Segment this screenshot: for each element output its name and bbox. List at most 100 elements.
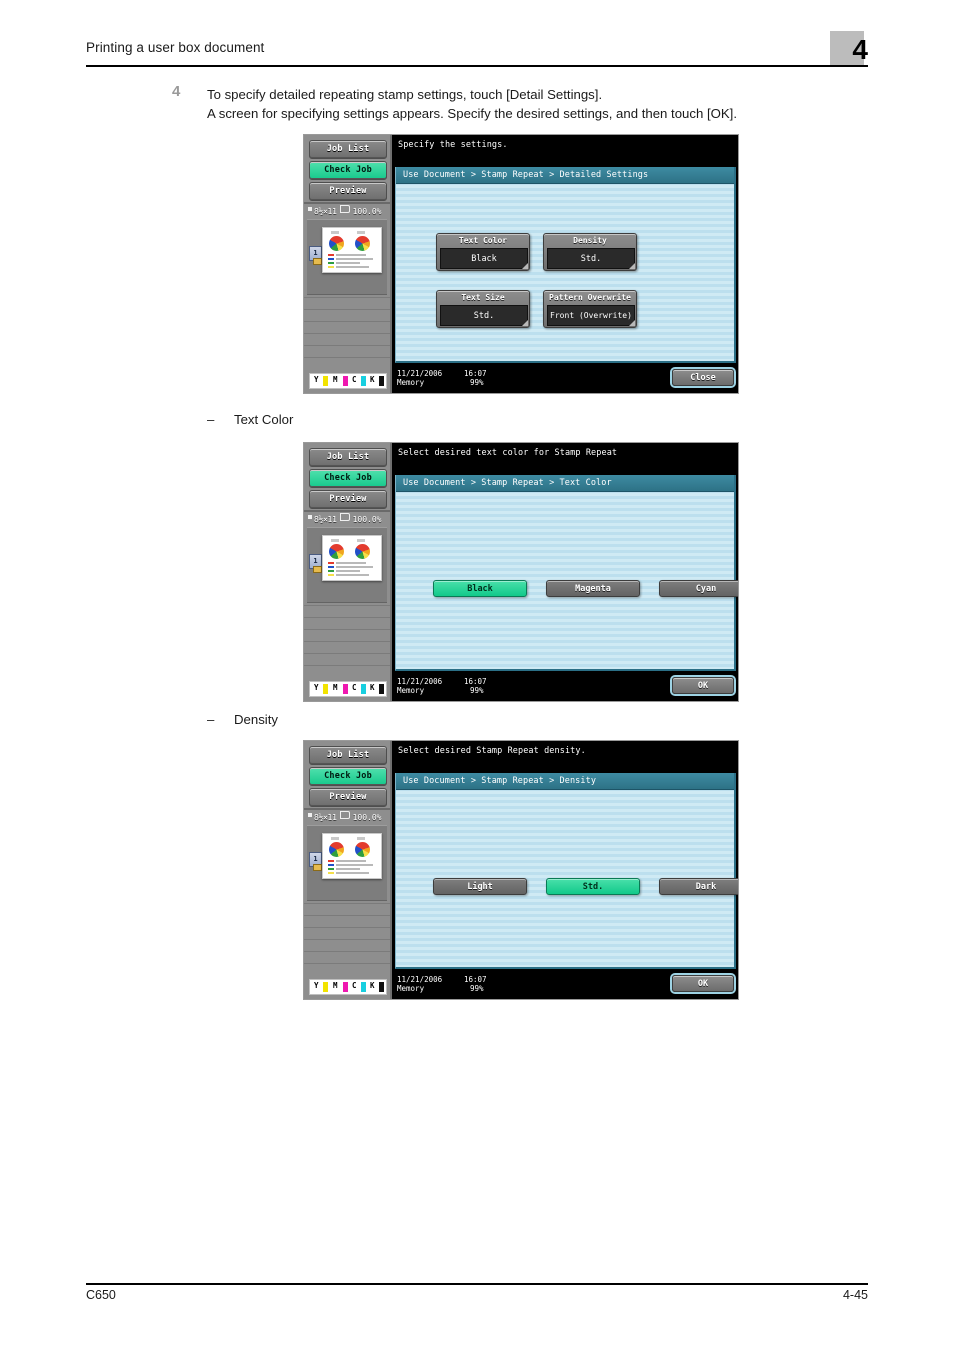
breadcrumb: Use Document > Stamp Repeat > Detailed S… bbox=[396, 167, 734, 184]
rail-divider bbox=[304, 808, 390, 810]
preview-button[interactable]: Preview bbox=[309, 490, 387, 509]
panel-left-rail: Job List Check Job Preview 8½×11 100.0% 1 bbox=[304, 443, 392, 701]
document-thumbnail-area[interactable]: 1 bbox=[307, 825, 387, 901]
page-number-badge: 1 bbox=[309, 554, 322, 573]
toner-label-m: M bbox=[333, 981, 338, 990]
chapter-number: 4 bbox=[852, 34, 868, 65]
option-black[interactable]: Black bbox=[433, 580, 527, 597]
preview-button[interactable]: Preview bbox=[309, 788, 387, 807]
toner-bar-y bbox=[323, 683, 328, 694]
lcd-screen: Select desired Stamp Repeat density. Use… bbox=[392, 741, 738, 999]
breadcrumb: Use Document > Stamp Repeat > Text Color bbox=[396, 475, 734, 492]
page-title: Printing a user box document bbox=[86, 40, 265, 55]
paper-status-square bbox=[308, 515, 312, 519]
paper-size-label: 8½×11 bbox=[314, 207, 337, 216]
document-thumbnail-area[interactable]: 1 bbox=[307, 527, 387, 603]
paper-info: 8½×11 100.0% bbox=[308, 811, 388, 823]
paper-orientation-icon bbox=[339, 811, 350, 819]
option-light[interactable]: Light bbox=[433, 878, 527, 895]
lcd-screen: Specify the settings. Use Document > Sta… bbox=[392, 135, 738, 393]
toner-label-c: C bbox=[352, 981, 357, 990]
toner-bar-c bbox=[361, 981, 366, 992]
preview-button[interactable]: Preview bbox=[309, 182, 387, 201]
lcd-screen: Select desired text color for Stamp Repe… bbox=[392, 443, 738, 701]
pattern-overwrite-caption: Pattern Overwrite bbox=[549, 293, 631, 302]
check-job-button[interactable]: Check Job bbox=[309, 469, 387, 488]
pattern-overwrite-setting-button[interactable]: Pattern Overwrite Front (Overwrite) bbox=[543, 290, 637, 328]
toner-label-m: M bbox=[333, 375, 338, 384]
option-cyan[interactable]: Cyan bbox=[659, 580, 738, 597]
status-message: Select desired Stamp Repeat density. bbox=[398, 746, 586, 756]
toner-bar-k bbox=[379, 683, 384, 694]
option-magenta[interactable]: Magenta bbox=[546, 580, 640, 597]
step-line-1: To specify detailed repeating stamp sett… bbox=[207, 87, 603, 102]
document-preview-thumbnail bbox=[322, 833, 382, 879]
close-button[interactable]: Close bbox=[672, 369, 734, 386]
sub-label-text: Density bbox=[234, 712, 278, 727]
toner-label-k: K bbox=[370, 981, 375, 990]
toner-label-m: M bbox=[333, 683, 338, 692]
memory-value: 99% bbox=[470, 686, 484, 695]
document-preview-thumbnail bbox=[322, 535, 382, 581]
text-size-setting-button[interactable]: Text Size Std. bbox=[436, 290, 530, 328]
page-number-badge: 1 bbox=[309, 852, 322, 871]
check-job-button[interactable]: Check Job bbox=[309, 161, 387, 180]
work-area: Use Document > Stamp Repeat > Density Li… bbox=[395, 773, 738, 969]
text-color-caption: Text Color bbox=[458, 236, 508, 245]
toner-level-indicator: Y M C K bbox=[309, 681, 387, 697]
document-thumbnail-area[interactable]: 1 bbox=[307, 219, 387, 295]
check-job-button[interactable]: Check Job bbox=[309, 767, 387, 786]
memory-label: Memory bbox=[397, 378, 425, 387]
job-list-button[interactable]: Job List bbox=[309, 746, 387, 765]
ok-button[interactable]: OK bbox=[672, 677, 734, 694]
rail-divider bbox=[304, 510, 390, 512]
pie-chart-icon bbox=[355, 842, 370, 857]
status-time: 16:07 bbox=[464, 677, 487, 686]
toner-bar-c bbox=[361, 375, 366, 386]
breadcrumb-label: Use Document > Stamp Repeat > Density bbox=[403, 776, 597, 786]
rail-divider bbox=[304, 202, 390, 204]
toner-label-c: C bbox=[352, 375, 357, 384]
document-preview-thumbnail bbox=[322, 227, 382, 273]
paper-size-label: 8½×11 bbox=[314, 515, 337, 524]
toner-level-indicator: Y M C K bbox=[309, 979, 387, 995]
status-message: Select desired text color for Stamp Repe… bbox=[398, 448, 618, 458]
bullet-dash: – bbox=[207, 412, 215, 427]
toner-bar-y bbox=[323, 981, 328, 992]
status-time: 16:07 bbox=[464, 975, 487, 984]
toner-label-y: Y bbox=[314, 375, 319, 384]
lcd-panel-density: Job List Check Job Preview 8½×11 100.0% 1 bbox=[303, 740, 739, 1000]
job-list-button[interactable]: Job List bbox=[309, 140, 387, 159]
density-value: Std. bbox=[547, 248, 635, 269]
zoom-label: 100.0% bbox=[352, 207, 382, 216]
bullet-dash: – bbox=[207, 712, 215, 727]
paper-status-square bbox=[308, 207, 312, 211]
text-color-setting-button[interactable]: Text Color Black bbox=[436, 233, 530, 271]
pie-chart-icon bbox=[355, 544, 370, 559]
density-setting-button[interactable]: Density Std. bbox=[543, 233, 637, 271]
text-color-value: Black bbox=[440, 248, 528, 269]
toner-level-indicator: Y M C K bbox=[309, 373, 387, 389]
work-area: Use Document > Stamp Repeat > Text Color… bbox=[395, 475, 738, 671]
job-list-button[interactable]: Job List bbox=[309, 448, 387, 467]
toner-bar-y bbox=[323, 375, 328, 386]
memory-value: 99% bbox=[470, 378, 484, 387]
status-date: 11/21/2006 bbox=[397, 677, 443, 686]
status-date: 11/21/2006 bbox=[397, 369, 443, 378]
option-std[interactable]: Std. bbox=[546, 878, 640, 895]
memory-label: Memory bbox=[397, 686, 425, 695]
paper-orientation-icon bbox=[339, 513, 350, 521]
toner-label-y: Y bbox=[314, 981, 319, 990]
toner-bar-m bbox=[343, 375, 348, 386]
footer-page-number: 4-45 bbox=[842, 1288, 868, 1302]
option-dark[interactable]: Dark bbox=[659, 878, 738, 895]
pie-chart-icon bbox=[329, 236, 344, 251]
toner-bar-m bbox=[343, 981, 348, 992]
text-size-caption: Text Size bbox=[461, 293, 505, 302]
sub-label-text: Text Color bbox=[234, 412, 294, 427]
status-message: Specify the settings. bbox=[398, 140, 508, 150]
ok-button[interactable]: OK bbox=[672, 975, 734, 992]
step-body: To specify detailed repeating stamp sett… bbox=[207, 85, 847, 123]
paper-size-label: 8½×11 bbox=[314, 813, 337, 822]
breadcrumb-label: Use Document > Stamp Repeat > Text Color bbox=[403, 478, 612, 488]
